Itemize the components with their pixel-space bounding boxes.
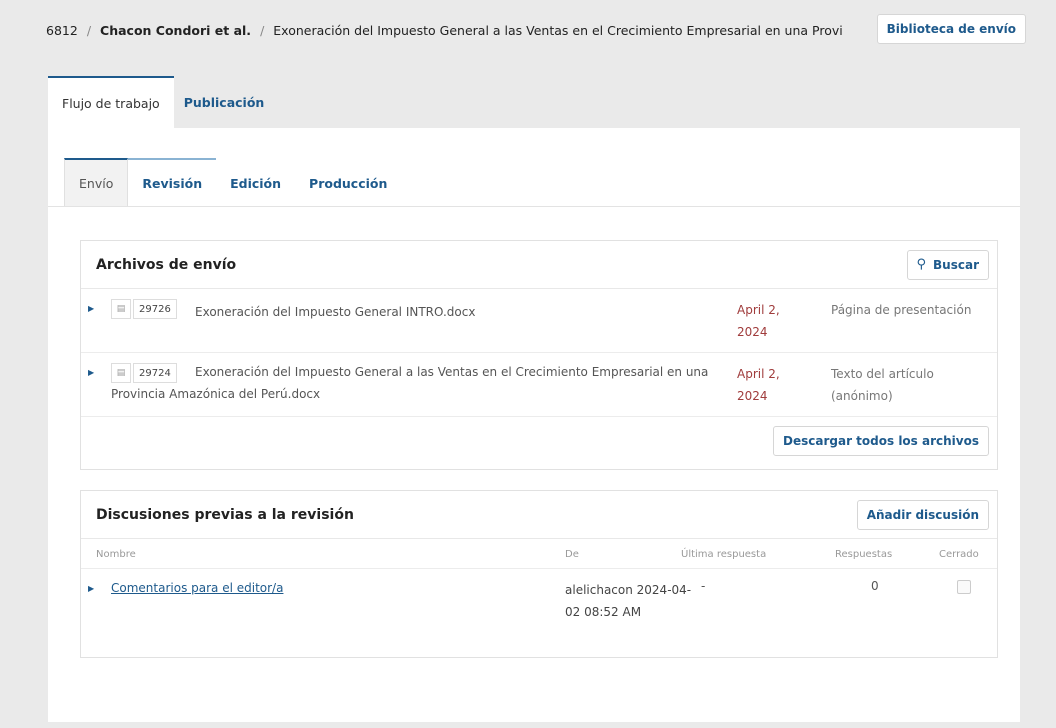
tab-production[interactable]: Producción [295,158,401,206]
discussion-replies: 0 [871,579,879,593]
file-type: Página de presentación [831,303,972,317]
discussions-title: Discusiones previas a la revisión [96,506,354,523]
tab-copyediting[interactable]: Edición [216,158,295,206]
submission-library-button[interactable]: Biblioteca de envío [876,14,1026,44]
tab-publication[interactable]: Publicación [174,76,279,128]
download-all-button[interactable]: Descargar todos los archivos [773,426,989,456]
discussions-card: Discusiones previas a la revisión Añadir… [80,490,998,658]
discussions-column-headers: Nombre De Última respuesta Respuestas Ce… [81,539,997,569]
file-row: ▶ ▤ 29724 Exoneración del Impuesto Gener… [81,353,997,417]
tabs-divider [48,206,1020,207]
file-row: ▶ ▤ 29726 Exoneración del Impuesto Gener… [81,289,997,353]
submission-files-header: Archivos de envío ⚲ Buscar [81,241,997,289]
file-date: April 2, 2024 [737,367,780,403]
discussions-header: Discusiones previas a la revisión Añadir… [81,491,997,539]
column-name: Nombre [96,549,136,560]
triangle-right-icon[interactable]: ▶ [88,368,94,377]
file-name: Exoneración del Impuesto General INTRO.d… [195,305,476,319]
triangle-right-icon[interactable]: ▶ [88,304,94,313]
breadcrumb: 6812 / Chacon Condori et al. / Exoneraci… [46,14,1038,46]
breadcrumb-title: Exoneración del Impuesto General a las V… [273,22,843,38]
submission-files-footer: Descargar todos los archivos [81,417,997,465]
file-id: 29726 [133,299,177,319]
workflow-panel: Envío Revisión Edición Producción Archiv… [48,128,1020,722]
column-replies: Respuestas [835,549,893,560]
breadcrumb-id: 6812 [46,22,78,38]
tab-submission[interactable]: Envío [64,158,129,206]
document-icon: ▤ [111,299,131,319]
search-button-label: Buscar [933,257,979,272]
table-row: ▶ Comentarios para el editor/a alelichac… [81,569,997,659]
column-closed: Cerrado [939,549,979,560]
discussion-last-reply: - [701,579,706,593]
main-tabs: Flujo de trabajo Publicación [48,76,278,128]
tab-workflow[interactable]: Flujo de trabajo [48,76,174,128]
breadcrumb-separator: / [86,22,92,38]
tab-review[interactable]: Revisión [128,158,217,206]
file-type: Texto del artículo (anónimo) [831,367,934,403]
stage-tabs: Envío Revisión Edición Producción [64,158,401,206]
triangle-right-icon[interactable]: ▶ [88,584,94,593]
breadcrumb-separator: / [260,22,265,38]
submission-files-card: Archivos de envío ⚲ Buscar ▶ ▤ 29726 Exo… [80,240,998,470]
column-last-reply: Última respuesta [681,549,767,560]
discussion-from: alelichacon 2024-04-02 08:52 AM [565,583,692,619]
closed-checkbox[interactable] [957,580,971,594]
file-name: Exoneración del Impuesto General a las V… [111,365,709,401]
breadcrumb-author: Chacon Condori et al. [100,22,252,38]
file-date: April 2, 2024 [737,303,780,339]
add-discussion-button[interactable]: Añadir discusión [856,499,989,530]
submission-files-title: Archivos de envío [96,256,237,273]
discussion-name-link[interactable]: Comentarios para el editor/a [111,581,283,595]
search-button[interactable]: ⚲ Buscar [906,249,989,280]
column-from: De [565,549,579,560]
search-icon: ⚲ [916,257,927,272]
